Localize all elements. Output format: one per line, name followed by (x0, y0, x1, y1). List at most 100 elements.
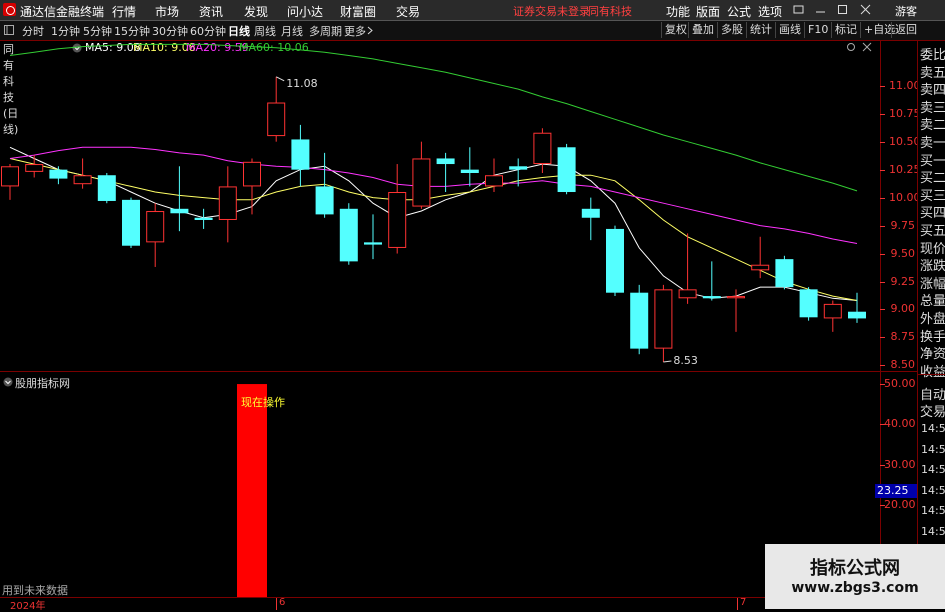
tab-daily[interactable]: 日线 (228, 23, 250, 39)
candle (339, 203, 358, 265)
tab-60min[interactable]: 60分钟 (190, 23, 226, 39)
draw-line-button[interactable]: 画线 (775, 22, 804, 38)
quote-field-label: 买四 (920, 206, 945, 222)
low-price-label: 8.53 (673, 354, 698, 367)
maximize-icon[interactable] (837, 4, 848, 15)
sidebar-toggle-icon[interactable] (4, 25, 14, 35)
price-tick (880, 113, 885, 115)
price-tick (880, 337, 885, 339)
quote-field-label: 买五 (920, 224, 945, 239)
menu-item-layout[interactable]: 版面 (696, 3, 720, 20)
current-stock-name: 同有科技 (588, 5, 632, 18)
axis-divider (880, 41, 881, 597)
tab-5min[interactable]: 5分钟 (83, 23, 112, 39)
candle-body (170, 208, 189, 214)
quote-field-label: 委比 (920, 48, 945, 63)
tab-1min[interactable]: 1分钟 (51, 23, 80, 39)
menu-item-formula[interactable]: 公式 (727, 3, 751, 20)
candle (848, 292, 866, 323)
candle (97, 173, 116, 204)
menu-item-wealth[interactable]: 财富圈 (340, 3, 376, 20)
tab-more[interactable]: 更多 (344, 23, 366, 39)
candle (267, 76, 286, 142)
price-tick (880, 141, 885, 143)
f10-button[interactable]: F10 (804, 22, 831, 38)
indicator-chart[interactable]: 现在操作 (0, 372, 880, 597)
candle-body (218, 186, 237, 220)
month-label-6: 6 (279, 597, 286, 608)
quote-field-label: 买一 (920, 153, 945, 169)
quote-field-label: 卖五 (920, 65, 945, 81)
candle (194, 208, 213, 229)
skin-icon[interactable] (793, 4, 804, 15)
tab-weekly[interactable]: 周线 (254, 23, 276, 39)
watermark-banner: 指标公式网 www.zbgs3.com (765, 544, 945, 609)
back-button[interactable]: 返回 (891, 22, 920, 38)
candle-body (727, 296, 745, 299)
mark-button[interactable]: 标记 (831, 22, 860, 38)
tick-time: 14:56 (921, 442, 945, 456)
candle-body (581, 208, 600, 218)
tab-intraday[interactable]: 分时 (22, 23, 44, 39)
close-icon[interactable] (860, 4, 871, 15)
candle (1, 164, 19, 200)
quote-field-label: 卖四 (920, 83, 945, 99)
candle-body (412, 158, 431, 207)
candle (315, 152, 334, 218)
candle (630, 284, 649, 355)
candle-body (823, 303, 842, 319)
login-warning[interactable]: 证券交易未登录 (513, 3, 590, 19)
candlestick-chart[interactable]: 11.08 8.53 (0, 41, 880, 371)
year-label: 2024年 (10, 601, 46, 612)
menu-item-news[interactable]: 资讯 (199, 3, 223, 20)
menu-item-options[interactable]: 选项 (758, 3, 782, 20)
adjust-button[interactable]: 复权 (661, 22, 690, 38)
candle (823, 300, 842, 332)
month-tick (276, 598, 277, 610)
tab-30min[interactable]: 30分钟 (152, 23, 188, 39)
minimize-icon[interactable] (815, 4, 826, 15)
chevron-right-icon[interactable] (367, 26, 373, 35)
candle-body (49, 169, 68, 179)
future-data-note: 用到未来数据 (2, 584, 68, 597)
price-tick (880, 281, 885, 283)
quote-field-label: 买三 (920, 188, 945, 204)
menu-item-ask[interactable]: 问小达 (287, 3, 323, 20)
quote-field-label: 现价 (920, 241, 945, 257)
low-pointer (663, 360, 672, 363)
panel-separator (918, 374, 945, 375)
menu-item-function[interactable]: 功能 (666, 3, 690, 20)
tab-15min[interactable]: 15分钟 (114, 23, 150, 39)
tab-multi-period[interactable]: 多周期 (309, 23, 342, 39)
candle-body (25, 164, 44, 172)
quote-field-label: 涨幅 (920, 276, 945, 292)
guest-label[interactable]: 游客 (895, 3, 917, 19)
candle (388, 164, 407, 254)
overlay-button[interactable]: 叠加 (688, 22, 717, 38)
candle-body (654, 289, 673, 349)
candle (654, 284, 673, 363)
menu-item-discover[interactable]: 发现 (244, 3, 268, 20)
price-tick-label: 9.75 (890, 218, 916, 232)
candle-body (291, 139, 310, 170)
candle-body (364, 242, 382, 245)
candle (702, 261, 721, 301)
statistics-button[interactable]: 统计 (746, 22, 775, 38)
candle-body (339, 208, 358, 262)
price-tick (880, 309, 885, 311)
candle-body (485, 175, 503, 187)
candle-body (751, 264, 770, 271)
quote-field-label: 买二 (920, 171, 945, 187)
price-tick-label: 10.50 (889, 134, 921, 148)
candle (25, 155, 44, 178)
multi-stock-button[interactable]: 多股 (717, 22, 746, 38)
tick-time: 14:56 (921, 483, 945, 497)
trade-field-label[interactable]: 交易 (920, 401, 945, 420)
candle (364, 214, 382, 260)
watermark-url: www.zbgs3.com (791, 580, 919, 596)
menu-item-quotes[interactable]: 行情 (112, 3, 136, 20)
tab-monthly[interactable]: 月线 (281, 23, 303, 39)
menu-item-trade[interactable]: 交易 (396, 3, 420, 20)
candle (751, 236, 770, 279)
menu-item-market[interactable]: 市场 (155, 3, 179, 20)
